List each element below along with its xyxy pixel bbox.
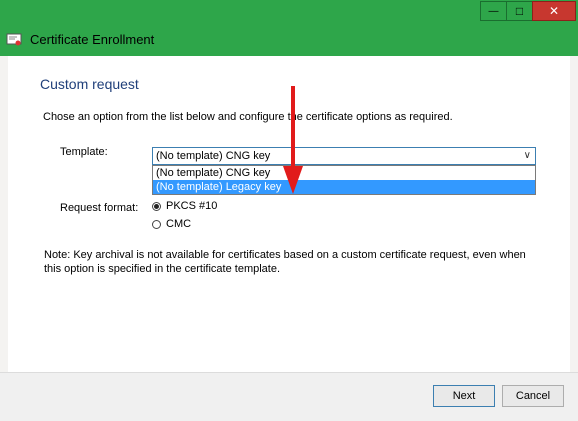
cancel-button[interactable]: Cancel — [502, 385, 564, 407]
close-button[interactable]: ✕ — [532, 1, 576, 21]
page-description: Chose an option from the list below and … — [43, 111, 453, 123]
template-option-legacy[interactable]: (No template) Legacy key — [153, 180, 535, 194]
red-arrow-annotation — [283, 86, 303, 194]
chevron-down-icon[interactable]: ∨ — [524, 148, 531, 164]
template-option-cng[interactable]: (No template) CNG key — [153, 166, 535, 180]
cmc-label: CMC — [166, 218, 192, 230]
template-label: Template: — [60, 146, 108, 158]
radio-checked-icon — [152, 201, 161, 211]
close-icon: ✕ — [548, 4, 560, 18]
radio-unchecked-icon — [152, 219, 161, 229]
window-title: Certificate Enrollment — [30, 32, 155, 47]
cmc-radio[interactable]: CMC — [152, 218, 191, 230]
template-select[interactable]: (No template) CNG key ∨ — [152, 147, 536, 165]
pkcs10-label: PKCS #10 — [166, 200, 218, 212]
key-archival-note: Note: Key archival is not available for … — [44, 249, 526, 275]
template-selected-value: (No template) CNG key — [156, 150, 271, 162]
minimize-button[interactable]: — — [480, 1, 507, 21]
maximize-icon: □ — [515, 4, 524, 18]
page-title: Custom request — [40, 76, 139, 92]
certificate-enrollment-window: — □ ✕ Certificate Enrollment Custom requ… — [0, 0, 578, 421]
dialog-footer: Next Cancel — [0, 372, 578, 421]
template-dropdown-list: (No template) CNG key (No template) Lega… — [152, 165, 536, 195]
next-button[interactable]: Next — [433, 385, 495, 407]
request-format-label: Request format: — [60, 202, 139, 214]
maximize-button[interactable]: □ — [506, 1, 533, 21]
title-bar[interactable]: — □ ✕ Certificate Enrollment — [0, 0, 578, 56]
certificate-icon — [6, 33, 22, 46]
pkcs10-radio[interactable]: PKCS #10 — [152, 200, 217, 212]
minimize-icon: — — [488, 5, 499, 17]
